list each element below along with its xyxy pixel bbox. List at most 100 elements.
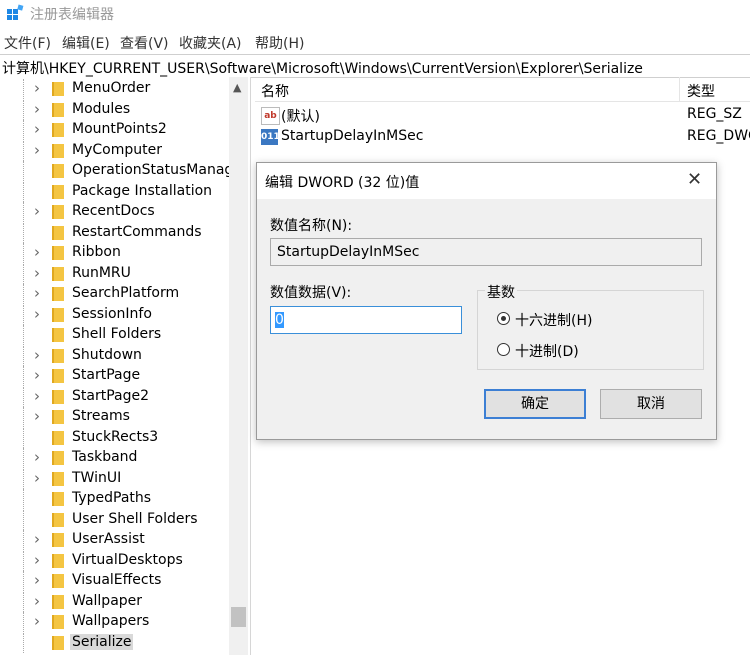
tree-item[interactable]: RestartCommands — [0, 222, 230, 243]
tree-item-label[interactable]: Wallpaper — [72, 593, 142, 609]
scroll-up-icon[interactable]: ▲ — [233, 81, 241, 94]
menu-help[interactable]: 帮助(H) — [255, 33, 304, 53]
chevron-right-icon[interactable]: › — [34, 120, 40, 138]
column-header-name[interactable]: 名称 — [261, 81, 289, 101]
chevron-right-icon[interactable]: › — [34, 141, 40, 159]
tree-scrollbar[interactable]: ▲ — [229, 77, 248, 655]
tree-item-label[interactable]: StartPage2 — [72, 388, 149, 404]
chevron-right-icon[interactable]: › — [34, 387, 40, 405]
menu-favorites[interactable]: 收藏夹(A) — [179, 33, 242, 53]
address-bar[interactable]: 计算机\HKEY_CURRENT_USER\Software\Microsoft… — [0, 54, 750, 78]
chevron-right-icon[interactable]: › — [34, 571, 40, 589]
tree-item-label[interactable]: RunMRU — [72, 265, 131, 281]
chevron-right-icon[interactable]: › — [34, 366, 40, 384]
tree-item-label[interactable]: UserAssist — [72, 531, 145, 547]
tree-item[interactable]: › SearchPlatform — [0, 284, 230, 304]
menu-edit[interactable]: 编辑(E) — [62, 33, 110, 53]
tree-item-label[interactable]: SearchPlatform — [72, 285, 179, 301]
chevron-right-icon[interactable]: › — [34, 243, 40, 261]
chevron-right-icon[interactable]: › — [34, 264, 40, 282]
chevron-right-icon[interactable]: › — [34, 346, 40, 364]
tree-item-label[interactable]: Taskband — [72, 449, 137, 465]
tree-item[interactable]: › MountPoints2 — [0, 120, 230, 140]
chevron-right-icon[interactable]: › — [34, 469, 40, 487]
chevron-right-icon[interactable]: › — [34, 305, 40, 323]
tree-item[interactable]: › VirtualDesktops — [0, 550, 230, 571]
chevron-right-icon[interactable]: › — [34, 284, 40, 302]
tree-item-label[interactable]: VirtualDesktops — [72, 552, 183, 568]
address-path[interactable]: 计算机\HKEY_CURRENT_USER\Software\Microsoft… — [2, 58, 643, 78]
tree-item-label[interactable]: MountPoints2 — [72, 121, 167, 137]
tree-item-label[interactable]: OperationStatusManag — [72, 162, 233, 178]
column-header-type[interactable]: 类型 — [687, 81, 715, 101]
tree-item-label[interactable]: Wallpapers — [72, 613, 149, 629]
tree-item-label[interactable]: User Shell Folders — [72, 511, 198, 527]
tree-item[interactable]: TypedPaths — [0, 489, 230, 509]
tree-item[interactable]: › VisualEffects — [0, 571, 230, 591]
tree-item-label[interactable]: Ribbon — [72, 244, 121, 260]
tree-item-label[interactable]: Modules — [72, 101, 130, 117]
tree-item-label[interactable]: Streams — [72, 408, 130, 424]
chevron-right-icon[interactable]: › — [34, 407, 40, 425]
tree-item[interactable]: › Wallpaper — [0, 591, 230, 612]
tree-item[interactable]: › Streams — [0, 407, 230, 427]
list-row-default[interactable]: ab (默认) REG_SZ — [255, 104, 750, 126]
tree-item[interactable]: › TWinUI — [0, 468, 230, 489]
tree-item-label[interactable]: Serialize — [70, 633, 134, 650]
tree-item-label[interactable]: VisualEffects — [72, 572, 161, 588]
chevron-right-icon[interactable]: › — [34, 592, 40, 610]
tree-item-label[interactable]: SessionInfo — [72, 306, 152, 322]
chevron-right-icon[interactable]: › — [34, 551, 40, 569]
registry-tree[interactable]: › MenuOrder › Modules › MountPoints2 › MyComput… — [0, 77, 251, 655]
tree-item[interactable]: › SessionInfo — [0, 304, 230, 325]
chevron-right-icon[interactable]: › — [34, 202, 40, 220]
tree-item[interactable]: Shell Folders — [0, 325, 230, 345]
scroll-thumb[interactable] — [231, 607, 246, 627]
tree-item-label[interactable]: RecentDocs — [72, 203, 155, 219]
tree-item-label[interactable]: Package Installation — [72, 183, 212, 199]
tree-item[interactable]: › StartPage — [0, 366, 230, 386]
radio-dec-label[interactable]: 十进制(D) — [515, 341, 579, 361]
close-icon[interactable]: ✕ — [687, 169, 702, 190]
radio-checked-icon[interactable] — [497, 312, 510, 325]
radio-hex-label[interactable]: 十六进制(H) — [515, 310, 592, 330]
tree-item[interactable]: StuckRects3 — [0, 427, 230, 448]
radio-unchecked-icon[interactable] — [497, 343, 510, 356]
tree-item[interactable]: › RunMRU — [0, 263, 230, 284]
tree-item-label[interactable]: TypedPaths — [72, 490, 151, 506]
chevron-right-icon[interactable]: › — [34, 612, 40, 630]
dialog-title-bar[interactable]: 编辑 DWORD (32 位)值 ✕ — [257, 163, 716, 199]
chevron-right-icon[interactable]: › — [34, 448, 40, 466]
tree-item-label[interactable]: MenuOrder — [72, 80, 150, 96]
value-data-input[interactable]: 0 — [270, 306, 462, 334]
tree-item-label[interactable]: TWinUI — [72, 470, 121, 486]
tree-item[interactable]: › UserAssist — [0, 530, 230, 550]
tree-item-label[interactable]: StartPage — [72, 367, 140, 383]
tree-item[interactable]: › MyComputer — [0, 140, 230, 161]
tree-item[interactable]: › Modules — [0, 99, 230, 120]
column-divider[interactable] — [679, 77, 680, 101]
tree-item-label[interactable]: StuckRects3 — [72, 429, 158, 445]
tree-item-label[interactable]: Shell Folders — [72, 326, 161, 342]
tree-item[interactable]: › Wallpapers — [0, 612, 230, 632]
chevron-right-icon[interactable]: › — [34, 79, 40, 97]
tree-item[interactable]: Package Installation — [0, 181, 230, 202]
tree-item[interactable]: OperationStatusManag — [0, 161, 233, 181]
tree-item-label[interactable]: RestartCommands — [72, 224, 202, 240]
tree-item[interactable]: › Taskband — [0, 448, 230, 468]
tree-item[interactable]: User Shell Folders — [0, 509, 230, 530]
tree-item[interactable]: Serialize — [0, 632, 230, 653]
chevron-right-icon[interactable]: › — [34, 530, 40, 548]
tree-item[interactable]: › StartPage2 — [0, 386, 230, 407]
menu-file[interactable]: 文件(F) — [4, 33, 51, 53]
tree-item[interactable]: › RecentDocs — [0, 202, 230, 222]
tree-item[interactable]: › Shutdown — [0, 345, 230, 366]
list-row-startupdelay[interactable]: 011 StartupDelayInMSec REG_DWC — [255, 126, 750, 148]
tree-item-label[interactable]: MyComputer — [72, 142, 162, 158]
tree-item-label[interactable]: Shutdown — [72, 347, 142, 363]
tree-item[interactable]: › Ribbon — [0, 243, 230, 263]
tree-item[interactable]: › MenuOrder — [0, 79, 230, 99]
menu-view[interactable]: 查看(V) — [120, 33, 169, 53]
cancel-button[interactable]: 取消 — [600, 389, 702, 419]
ok-button[interactable]: 确定 — [484, 389, 586, 419]
